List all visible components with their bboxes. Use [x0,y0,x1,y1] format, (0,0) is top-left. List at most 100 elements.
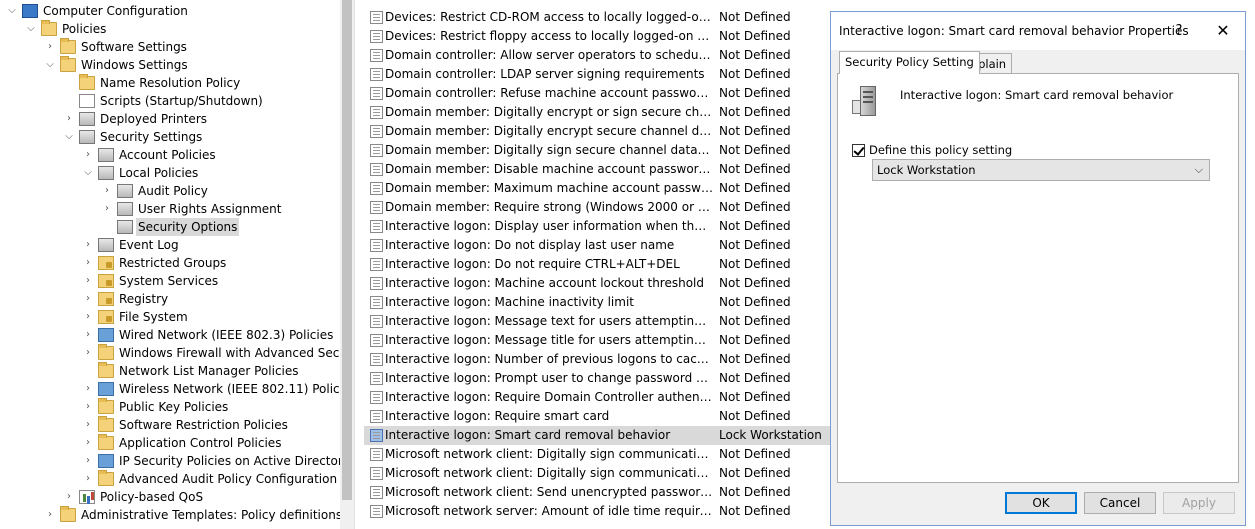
tree-item[interactable]: › Policy-based QoS [0,488,340,506]
policy-name-cell: Interactive logon: Message text for user… [385,314,713,328]
chevron-right-icon[interactable]: › [82,146,94,164]
list-item[interactable]: Microsoft network client: Digitally sign… [364,464,830,483]
chevron-right-icon[interactable]: › [82,290,94,308]
chevron-right-icon[interactable]: › [44,506,56,524]
apply-button[interactable]: Apply [1163,492,1235,514]
pane-divider[interactable] [354,0,364,529]
tree-item[interactable]: › Software Restriction Policies [0,416,340,434]
chevron-right-icon[interactable]: › [82,344,94,362]
tree-item[interactable]: › Public Key Policies [0,398,340,416]
cancel-button[interactable]: Cancel [1084,492,1156,514]
define-policy-label[interactable]: Define this policy setting [869,143,1012,157]
list-item[interactable]: Domain controller: Allow server operator… [364,46,830,65]
list-item[interactable]: Domain controller: LDAP server signing r… [364,65,830,84]
tree-item[interactable]: ⌵ Windows Settings [0,56,340,74]
list-item[interactable]: Interactive logon: Do not display last u… [364,236,830,255]
policy-name-cell: Microsoft network server: Amount of idle… [385,504,713,518]
list-item[interactable]: Interactive logon: Smart card removal be… [364,426,830,445]
chevron-down-icon[interactable]: ⌵ [44,56,56,74]
tree-item[interactable]: Scripts (Startup/Shutdown) [0,92,340,110]
chevron-right-icon[interactable]: › [82,326,94,344]
tree-item-label: Policy-based QoS [100,490,204,504]
chevron-right-icon[interactable]: › [82,470,94,488]
chevron-right-icon[interactable]: › [82,452,94,470]
tree-item[interactable]: ⌵ Local Policies [0,164,340,182]
tree-item[interactable]: Security Options [0,218,340,236]
chevron-down-icon[interactable]: ⌵ [6,2,18,20]
chevron-right-icon[interactable]: › [44,38,56,56]
help-button[interactable]: ? [1167,21,1191,41]
list-item[interactable]: Interactive logon: Do not require CTRL+A… [364,255,830,274]
tree-item[interactable]: › Audit Policy [0,182,340,200]
tree-item[interactable]: › Event Log [0,236,340,254]
tree-item[interactable]: › File System [0,308,340,326]
tree-item[interactable]: › Registry [0,290,340,308]
list-item[interactable]: Microsoft network client: Digitally sign… [364,445,830,464]
close-button[interactable]: ✕ [1209,20,1237,42]
tree-item-label: Public Key Policies [119,400,229,414]
list-item[interactable]: Interactive logon: Require Domain Contro… [364,388,830,407]
list-item[interactable]: Domain member: Digitally encrypt secure … [364,122,830,141]
tree-item[interactable]: ⌵ Computer Configuration [0,2,340,20]
chevron-right-icon[interactable]: › [82,434,94,452]
tree-scrollbar[interactable] [340,0,354,529]
list-item[interactable]: Interactive logon: Machine account locko… [364,274,830,293]
tree-item[interactable]: › Wireless Network (IEEE 802.11) Policies [0,380,340,398]
chevron-right-icon[interactable]: › [101,182,113,200]
chevron-down-icon[interactable]: ⌵ [25,20,37,38]
chevron-right-icon[interactable]: › [82,416,94,434]
chevron-right-icon[interactable]: › [82,272,94,290]
list-item[interactable]: Domain controller: Refuse machine accoun… [364,84,830,103]
tree-item[interactable]: › Application Control Policies [0,434,340,452]
tree-item[interactable]: › System Services [0,272,340,290]
list-item[interactable]: Domain member: Require strong (Windows 2… [364,198,830,217]
list-item[interactable]: Domain member: Digitally encrypt or sign… [364,103,830,122]
list-item[interactable]: Interactive logon: Message text for user… [364,312,830,331]
list-item[interactable]: Interactive logon: Require smart card Not… [364,407,830,426]
tree-item[interactable]: Network List Manager Policies [0,362,340,380]
tree-item[interactable]: › User Rights Assignment [0,200,340,218]
tree-item[interactable]: Name Resolution Policy [0,74,340,92]
list-item[interactable]: Interactive logon: Display user informat… [364,217,830,236]
tree-item[interactable]: ⌵ Policies [0,20,340,38]
list-item[interactable]: Microsoft network client: Send unencrypt… [364,483,830,502]
chevron-right-icon[interactable]: › [82,398,94,416]
tree-item[interactable]: › Account Policies [0,146,340,164]
tree-item[interactable]: › Administrative Templates: Policy defini… [0,506,340,524]
list-item[interactable]: Devices: Restrict CD-ROM access to local… [364,8,830,27]
chevron-right-icon[interactable]: › [82,380,94,398]
tree-item[interactable]: › Software Settings [0,38,340,56]
chevron-right-icon[interactable]: › [63,488,75,506]
list-item[interactable]: Devices: Restrict floppy access to local… [364,27,830,46]
tree-item[interactable]: › Restricted Groups [0,254,340,272]
list-item[interactable]: Interactive logon: Number of previous lo… [364,350,830,369]
tab-security-policy-setting[interactable]: Security Policy Setting [839,51,980,74]
tree-item[interactable]: › Wired Network (IEEE 802.3) Policies [0,326,340,344]
chevron-right-icon[interactable]: › [82,308,94,326]
tree-item[interactable]: › Advanced Audit Policy Configuration [0,470,340,488]
chevron-down-icon[interactable]: ⌵ [63,128,75,146]
chevron-down-icon[interactable]: ⌵ [82,164,94,182]
list-item[interactable]: Domain member: Disable machine account p… [364,160,830,179]
tree-item[interactable]: ⌵ Security Settings [0,128,340,146]
list-item[interactable]: Interactive logon: Message title for use… [364,331,830,350]
chevron-right-icon[interactable]: › [101,200,113,218]
list-item[interactable]: Interactive logon: Machine inactivity li… [364,293,830,312]
list-item[interactable]: Interactive logon: Prompt user to change… [364,369,830,388]
tree-item-label: Security Options [136,218,240,236]
tree-item[interactable]: › Deployed Printers [0,110,340,128]
ok-button[interactable]: OK [1005,492,1077,514]
removal-action-dropdown[interactable]: Lock Workstation ⌵ [872,159,1210,181]
chevron-right-icon[interactable]: › [82,236,94,254]
chevron-right-icon[interactable]: › [82,254,94,272]
policy-setting-icon [370,410,383,423]
list-item[interactable]: Domain member: Digitally sign secure cha… [364,141,830,160]
tree-scrollbar-thumb[interactable] [342,0,352,500]
dialog-titlebar[interactable]: Interactive logon: Smart card removal be… [831,12,1245,50]
tree-item[interactable]: › Windows Firewall with Advanced Security [0,344,340,362]
define-policy-checkbox[interactable] [852,144,865,157]
list-item[interactable]: Domain member: Maximum machine account p… [364,179,830,198]
tree-item[interactable]: › IP Security Policies on Active Director… [0,452,340,470]
chevron-right-icon[interactable]: › [63,110,75,128]
list-item[interactable]: Microsoft network server: Amount of idle… [364,502,830,521]
